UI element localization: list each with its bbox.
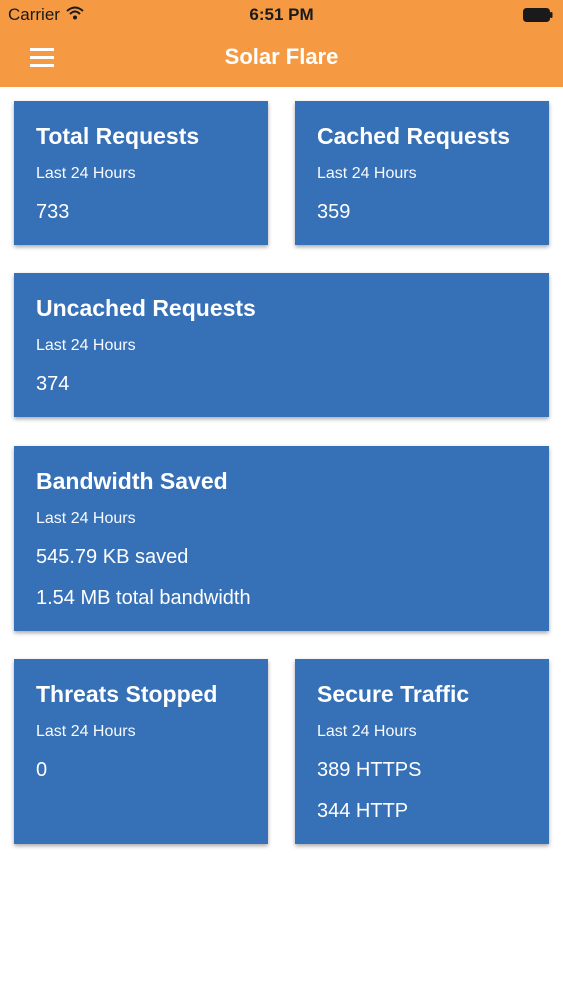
card-bandwidth-saved[interactable]: Bandwidth Saved Last 24 Hours 545.79 KB … xyxy=(14,446,549,631)
card-subtitle: Last 24 Hours xyxy=(36,337,136,354)
card-title: Bandwidth Saved xyxy=(36,468,228,494)
card-cached-requests[interactable]: Cached Requests Last 24 Hours 359 xyxy=(295,101,549,245)
card-total-requests[interactable]: Total Requests Last 24 Hours 733 xyxy=(14,101,268,245)
card-threats-stopped[interactable]: Threats Stopped Last 24 Hours 0 xyxy=(14,659,268,844)
card-value: 733 xyxy=(36,201,70,223)
card-subtitle: Last 24 Hours xyxy=(36,165,136,182)
card-value: 389 HTTPS xyxy=(317,759,422,781)
status-bar: Carrier 6:51 PM xyxy=(0,0,563,30)
card-value-secondary: 344 HTTP xyxy=(317,800,409,822)
battery-icon xyxy=(523,8,553,22)
card-secure-traffic[interactable]: Secure Traffic Last 24 Hours 389 HTTPS 3… xyxy=(295,659,549,844)
card-subtitle: Last 24 Hours xyxy=(317,723,417,740)
status-time: 6:51 PM xyxy=(249,5,314,24)
card-value-secondary: 1.54 MB total bandwidth xyxy=(36,587,251,609)
app-title: Solar Flare xyxy=(224,44,339,69)
card-title: Cached Requests xyxy=(317,123,511,149)
card-subtitle: Last 24 Hours xyxy=(36,723,136,740)
card-value: 374 xyxy=(36,373,70,395)
card-title: Uncached Requests xyxy=(36,295,256,321)
card-value: 0 xyxy=(36,759,48,781)
card-subtitle: Last 24 Hours xyxy=(36,510,136,527)
card-value: 359 xyxy=(317,201,351,223)
app-bar: Solar Flare xyxy=(0,30,563,87)
card-title: Threats Stopped xyxy=(36,681,218,707)
card-uncached-requests[interactable]: Uncached Requests Last 24 Hours 374 xyxy=(14,273,549,417)
card-title: Total Requests xyxy=(36,123,200,149)
card-value: 545.79 KB saved xyxy=(36,546,189,568)
card-title: Secure Traffic xyxy=(317,681,470,707)
card-subtitle: Last 24 Hours xyxy=(317,165,417,182)
